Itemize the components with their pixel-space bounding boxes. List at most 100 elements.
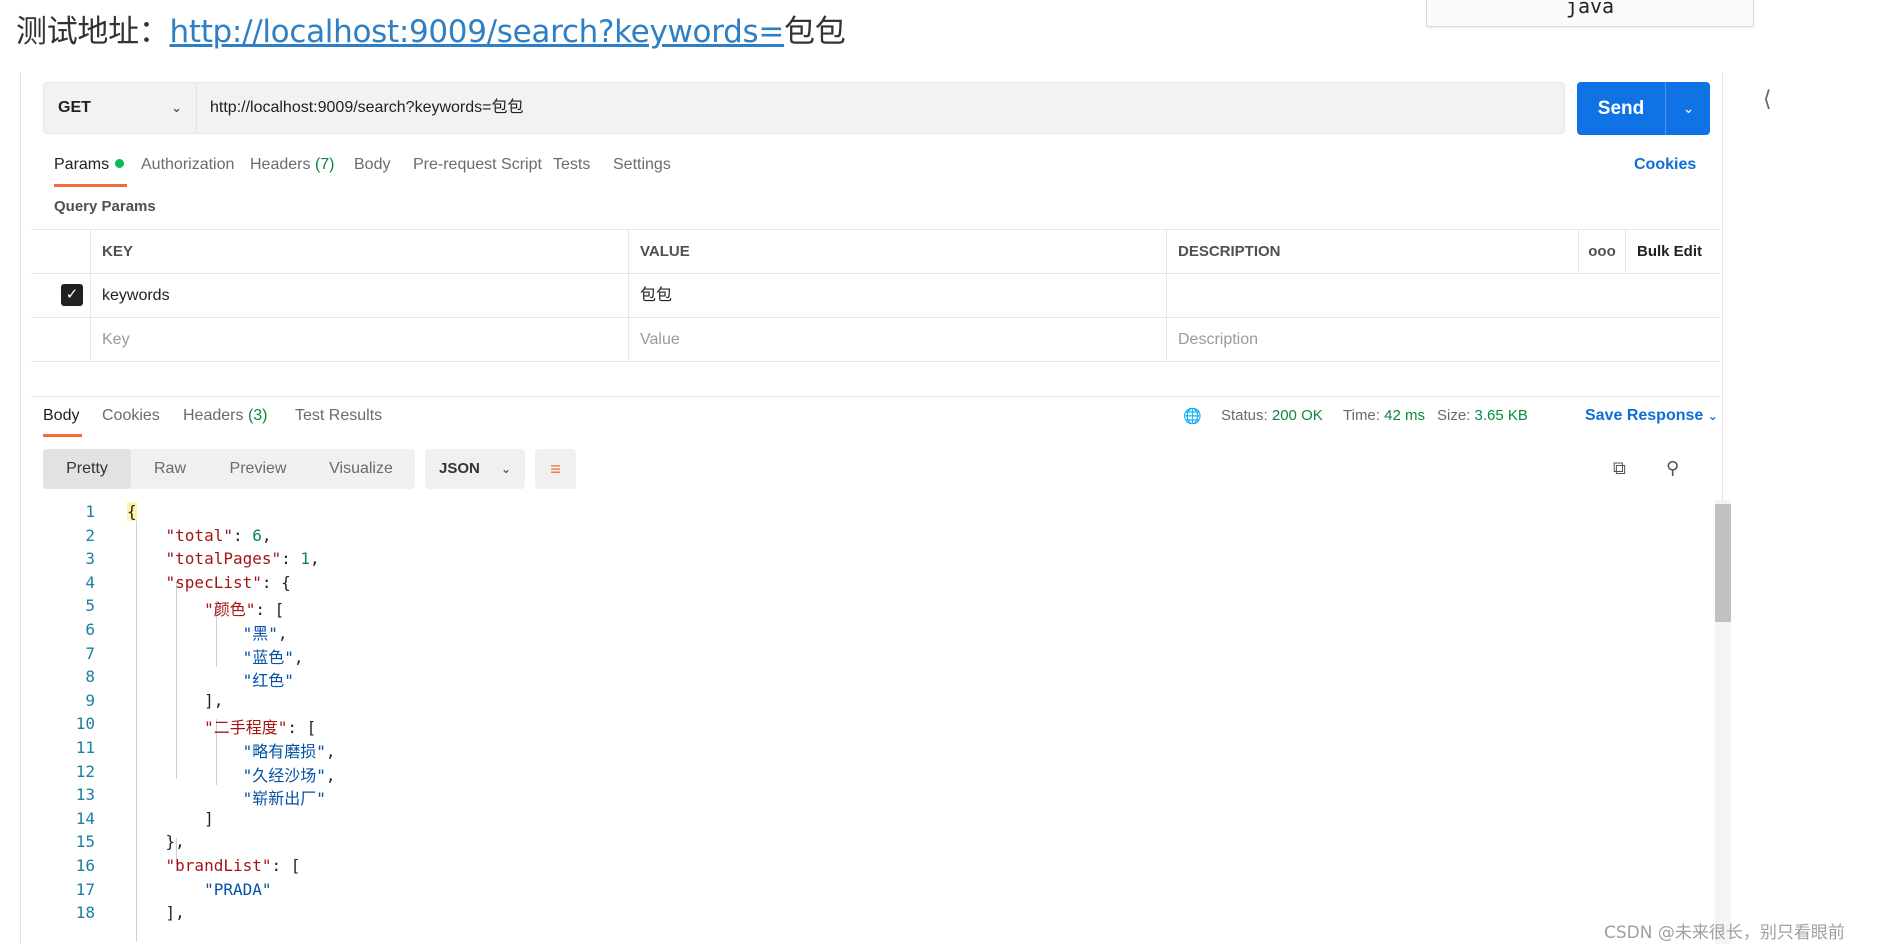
format-select[interactable]: JSON ⌄ <box>425 449 525 489</box>
line-number: 13 <box>75 785 95 805</box>
line-number: 6 <box>85 620 95 639</box>
doc-heading: 测试地址：http://localhost:9009/search?keywor… <box>16 6 846 51</box>
tab-headers-label: Headers <box>250 156 311 173</box>
empty-checkbox-cell <box>31 318 91 361</box>
header-checkbox-cell <box>31 230 91 273</box>
line-number: 18 <box>75 903 95 923</box>
tab-authorization[interactable]: Authorization <box>141 156 234 174</box>
response-body-editor[interactable]: 1{2 "total": 6, 3 "totalPages": 1, 4 "spec… <box>43 498 1707 944</box>
bulk-edit-button[interactable]: Bulk Edit <box>1626 230 1721 273</box>
table-row-empty: Key Value Description <box>31 318 1721 362</box>
view-mode-segmented: Pretty Raw Preview Visualize <box>43 449 415 489</box>
code-line: 10 "二手程度": [ <box>43 714 1643 738</box>
tab-settings[interactable]: Settings <box>613 156 671 174</box>
line-number: 10 <box>75 714 95 734</box>
code-text: ], <box>127 903 185 923</box>
header-value: VALUE <box>629 230 1167 273</box>
code-scrollbar-thumb[interactable] <box>1715 504 1731 622</box>
table-header-row: KEY VALUE DESCRIPTION ooo Bulk Edit <box>31 230 1721 274</box>
status-value: 200 OK <box>1271 407 1323 424</box>
line-number: 9 <box>85 690 95 710</box>
tab-params[interactable]: Params <box>54 156 125 174</box>
send-label: Send <box>1597 98 1645 119</box>
code-language-tab[interactable]: java <box>1426 0 1754 27</box>
view-raw[interactable]: Raw <box>131 449 209 489</box>
resp-tab-cookies[interactable]: Cookies <box>102 407 160 425</box>
resp-tab-headers[interactable]: Headers (3) <box>183 407 268 425</box>
copy-icon[interactable]: ⧉ <box>1613 458 1626 479</box>
line-number: 15 <box>75 832 95 852</box>
code-text: "蓝色", <box>242 647 304 667</box>
code-line: 16 "brandList": [ <box>43 856 1643 880</box>
table-row: ✓ keywords 包包 <box>31 274 1721 318</box>
postman-panel: GET ⌄ http://localhost:9009/search?keywo… <box>20 72 1772 944</box>
globe-icon[interactable]: 🌐 <box>1183 407 1202 425</box>
new-description-input[interactable]: Description <box>1167 318 1721 361</box>
line-number: 4 <box>85 572 95 592</box>
size-value: 3.65 KB <box>1474 407 1528 424</box>
code-line: 9 ], <box>43 691 1643 715</box>
save-response-button[interactable]: Save Response ⌄ <box>1585 407 1718 425</box>
params-tab-indicator <box>54 184 127 187</box>
param-enabled-checkbox[interactable]: ✓ <box>61 284 83 306</box>
resp-tab-headers-label: Headers <box>183 407 244 424</box>
view-visualize[interactable]: Visualize <box>307 449 415 489</box>
url-input[interactable]: http://localhost:9009/search?keywords=包包 <box>210 83 524 133</box>
cookies-link[interactable]: Cookies <box>1634 156 1696 174</box>
line-number: 5 <box>85 596 95 616</box>
status-label: Status: <box>1221 407 1268 424</box>
code-snippet-icon[interactable]: ⟨ <box>1763 86 1772 112</box>
code-text: "PRADA" <box>204 879 272 899</box>
url-bar: GET ⌄ http://localhost:9009/search?keywo… <box>43 82 1565 134</box>
method-select[interactable]: GET ⌄ <box>44 83 197 133</box>
param-key[interactable]: keywords <box>91 274 629 317</box>
doc-url-suffix: 包包 <box>784 14 846 50</box>
section-divider <box>31 396 1721 397</box>
chevron-down-icon: ⌄ <box>500 462 511 476</box>
request-tabs: Params Authorization Headers (7) Body Pr… <box>54 156 1714 186</box>
chevron-down-icon: ⌄ <box>1707 409 1718 423</box>
param-description[interactable] <box>1167 274 1721 317</box>
size-label: Size: <box>1437 407 1471 424</box>
code-text: ], <box>127 690 224 710</box>
header-description: DESCRIPTION <box>1167 230 1579 273</box>
code-line: 13 "崭新出厂" <box>43 785 1643 809</box>
tab-body[interactable]: Body <box>354 156 390 174</box>
response-size: Size: 3.65 KB <box>1437 407 1528 424</box>
code-text: "崭新出厂" <box>242 789 326 809</box>
view-preview[interactable]: Preview <box>209 449 307 489</box>
tab-headers[interactable]: Headers (7) <box>250 156 335 174</box>
new-key-input[interactable]: Key <box>91 318 629 361</box>
more-options-icon[interactable]: ooo <box>1579 230 1626 273</box>
new-value-input[interactable]: Value <box>629 318 1167 361</box>
wrap-lines-icon[interactable]: ≡ <box>535 449 576 489</box>
resp-tab-body[interactable]: Body <box>43 407 79 425</box>
line-number: 12 <box>75 761 95 781</box>
code-text: "brandList": [ <box>165 856 301 875</box>
params-active-dot <box>115 159 125 168</box>
send-button[interactable]: Send ⌄ <box>1577 82 1710 135</box>
code-text: "total": 6, <box>165 525 272 545</box>
resp-tab-test-results[interactable]: Test Results <box>295 407 382 425</box>
code-line: 6 "黑", <box>43 620 1643 644</box>
param-value[interactable]: 包包 <box>629 274 1167 317</box>
tab-tests[interactable]: Tests <box>553 156 590 174</box>
send-options-chevron-icon[interactable]: ⌄ <box>1665 82 1711 135</box>
code-text: "totalPages": 1, <box>165 549 320 569</box>
view-pretty[interactable]: Pretty <box>43 449 131 489</box>
code-line: 15 }, <box>43 832 1643 856</box>
code-text: "二手程度": [ <box>204 718 317 738</box>
watermark: CSDN @未来很长，别只看眼前 <box>1604 923 1845 943</box>
code-line: 11 "略有磨损", <box>43 738 1643 762</box>
code-text: ] <box>127 808 214 828</box>
doc-url-link[interactable]: http://localhost:9009/search?keywords= <box>170 14 785 50</box>
search-icon[interactable]: ⚲ <box>1666 458 1679 479</box>
body-tab-indicator <box>43 434 82 437</box>
tab-prerequest-script[interactable]: Pre-request Script <box>413 156 542 174</box>
response-status: Status: 200 OK <box>1221 407 1323 424</box>
format-label: JSON <box>439 460 480 477</box>
query-params-table: KEY VALUE DESCRIPTION ooo Bulk Edit ✓ ke… <box>31 229 1721 362</box>
line-number: 17 <box>75 879 95 899</box>
query-params-title: Query Params <box>54 198 156 215</box>
tab-headers-count: (7) <box>314 156 335 173</box>
